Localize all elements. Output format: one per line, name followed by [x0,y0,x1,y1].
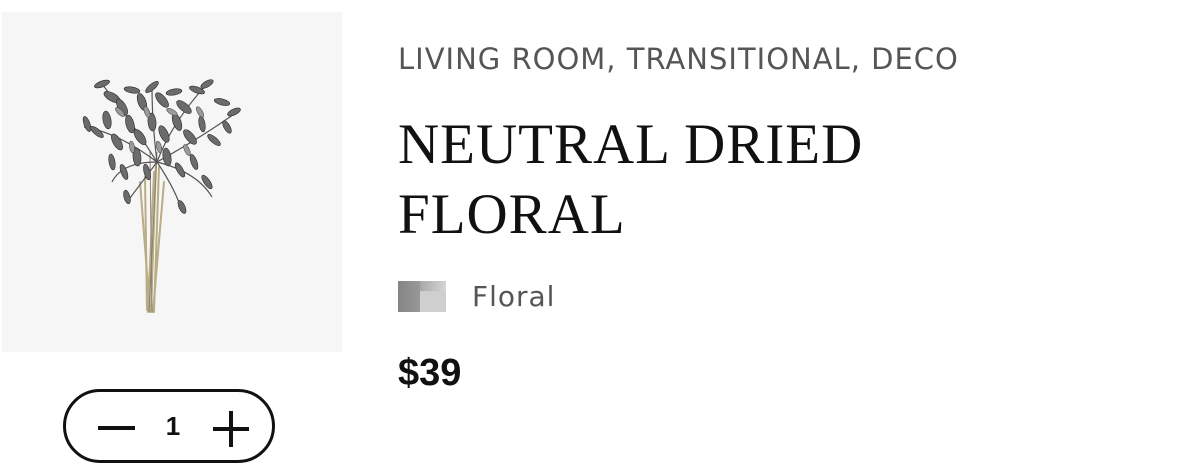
product-image[interactable] [2,12,342,352]
color-swatch[interactable] [398,281,446,312]
minus-icon [98,426,135,430]
product-title[interactable]: NEUTRAL DRIED FLORAL [398,110,1018,250]
product-price: $39 [398,352,462,394]
decrease-quantity-button[interactable] [86,392,146,460]
quantity-stepper[interactable]: 1 [63,389,275,463]
increase-quantity-button[interactable] [201,392,261,460]
quantity-value: 1 [165,411,181,441]
product-categories: LIVING ROOM, TRANSITIONAL, DECO [398,42,959,76]
dried-floral-illustration [82,79,241,313]
plus-icon [213,411,249,447]
swatch-label: Floral [472,280,556,313]
